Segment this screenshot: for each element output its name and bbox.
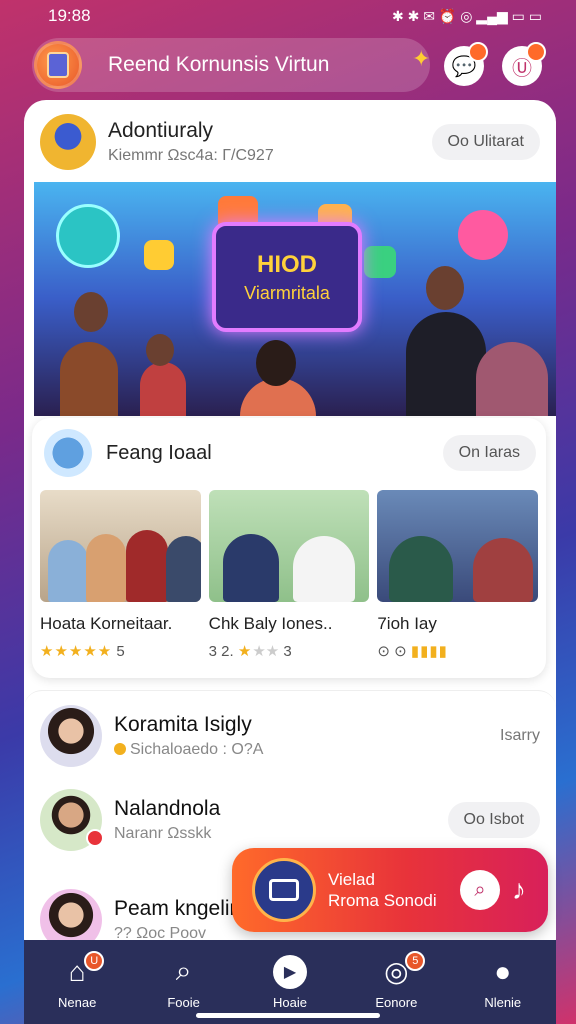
home-icon: ⌂ [68,955,86,987]
thumb-rating: ⊙ ⊙ ▮▮▮▮ [377,642,538,660]
post-header: Adontiuraly Kiemmr Ωsc4a: Γ/C927 Oo Ulit… [40,112,540,172]
nav-label: Eonore [375,994,418,1010]
list-item-name: Koramita Isigly [114,713,252,736]
thumb-title: Hoata Korneitaar. [40,614,173,633]
emoji-bubble [458,210,508,260]
nav-label: Nlenie [484,994,522,1010]
search-icon[interactable]: ⌕ [460,870,500,910]
person-head [426,266,464,310]
group-thumb[interactable]: Chk Baly Iones.. 3 2. ★★★ 3 [208,490,370,660]
top-search-bar[interactable]: Reend Kornunsis Virtun [32,38,430,92]
emoji-bubble [144,240,174,270]
thumb-rating: 3 2. ★★★ 3 [209,642,370,660]
thumb-title: 7ioh Iay [377,614,437,633]
floating-text: Vielad Rroma Sonodi [328,869,460,911]
nav-label: Fooie [167,994,200,1010]
post-action-button[interactable]: Oo Ulitarat [431,124,540,160]
rating-score: 3 [283,643,292,660]
group-thumb[interactable]: Hoata Korneitaar. ★★★★★ 5 [40,490,201,660]
avatar [40,705,102,767]
thumb-rating: ★★★★★ 5 [40,642,201,660]
thumb-title: Chk Baly Iones.. [208,614,333,633]
bottom-nav: ⌂ U Nenae ⌕ Fooie ▶ Hoaie ◎ 5 Eonore ● N… [24,940,556,1024]
app-title: Reend Kornunsis Virtun [108,53,330,76]
list-item-name: Nalandnola [114,797,221,820]
nav-chat[interactable]: ◎ 5 Eonore [351,950,441,1010]
chat-badge: 5 [405,950,426,971]
group-action-button[interactable]: On Iaras [442,435,536,471]
feed-card: Adontiuraly Kiemmr Ωsc4a: Γ/C927 Oo Ulit… [24,100,556,960]
group-icon[interactable] [44,429,92,477]
avatar [40,789,104,851]
list-item-sub: Sichaloaedo : Ο?Α [114,741,500,759]
hero-subtitle: Viarmritala [244,282,330,303]
emoji-bubble [56,204,120,268]
list-item[interactable]: Koramita Isigly Sichaloaedo : Ο?Α Isarry [40,703,540,769]
home-badge: U [84,950,105,971]
profile-icon: ● [494,955,512,987]
rating-stars: ▮▮▮▮ [410,643,448,660]
rating-prefix: ⊙ ⊙ [377,643,407,660]
nav-profile[interactable]: ● Nlenie [458,955,548,1010]
thumb-image [208,490,370,602]
post-author[interactable]: Adontiuraly [108,119,432,143]
floating-player[interactable]: Vielad Rroma Sonodi ⌕ ♪ [232,848,548,932]
rating-prefix: 3 2. [208,643,234,660]
avatar[interactable] [40,114,96,170]
hero-image[interactable]: HIOD Viarmritala [34,182,556,416]
online-indicator [86,829,104,847]
rating-stars-dim: ★★ [252,643,280,660]
list-item-meta: Isarry [500,727,540,744]
status-bar: 19:88 ✱ ✱ ✉ ⏰ ◎ ▂▄▆ ▭ ▭ [0,0,576,32]
list-item-action[interactable]: Oo Isbot [447,802,540,838]
post-subtitle: Kiemmr Ωsc4a: Γ/C927 [108,147,274,164]
person-figure [140,362,186,416]
nav-label: Hoaie [272,994,307,1010]
thumb-image [377,490,539,602]
search-icon: ⌕ [175,955,192,986]
person-figure [60,342,118,416]
rating-score: 5 [116,643,125,660]
person-figure [406,312,486,416]
nav-play[interactable]: ▶ Hoaie [245,954,335,1010]
hero-screen: HIOD Viarmritala [212,222,362,332]
nav-search[interactable]: ⌕ Fooie [139,955,229,1010]
profile-badge [526,42,546,62]
rating-stars: ★ [237,643,253,660]
play-icon: ▶ [272,954,307,989]
list-item-sub: Naranr Ωsskk [114,825,212,842]
floating-line1: Vielad [328,870,375,889]
music-note-icon[interactable]: ♪ [512,874,526,906]
sparkle-icon: ✦ [412,46,431,71]
nav-home[interactable]: ⌂ U Nenae [32,950,122,1010]
floating-line2: Rroma Sonodi [328,891,437,910]
group-card: Feang Ioaal On Iaras Hoata Korneitaar. ★… [32,418,546,678]
nav-label: Nenae [58,994,97,1010]
status-time: 19:88 [48,6,91,25]
home-indicator[interactable] [196,1013,380,1018]
emoji-bubble [364,246,396,278]
thumb-image [40,490,201,602]
person-head [74,292,108,332]
rating-stars: ★★★★★ [40,643,113,660]
calendar-icon[interactable] [252,858,316,922]
hero-title: HIOD [257,250,317,278]
group-title[interactable]: Feang Ioaal [106,442,443,465]
chat-badge [468,42,488,62]
person-head [256,340,296,386]
status-icons: ✱ ✱ ✉ ⏰ ◎ ▂▄▆ ▭ ▭ [392,7,542,24]
person-head [146,334,174,366]
person-figure [476,342,548,416]
group-thumb[interactable]: 7ioh Iay ⊙ ⊙ ▮▮▮▮ [377,490,539,660]
app-logo[interactable] [34,41,82,89]
list-item[interactable]: Nalandnola Naranr Ωsskk Oo Isbot [40,787,540,853]
